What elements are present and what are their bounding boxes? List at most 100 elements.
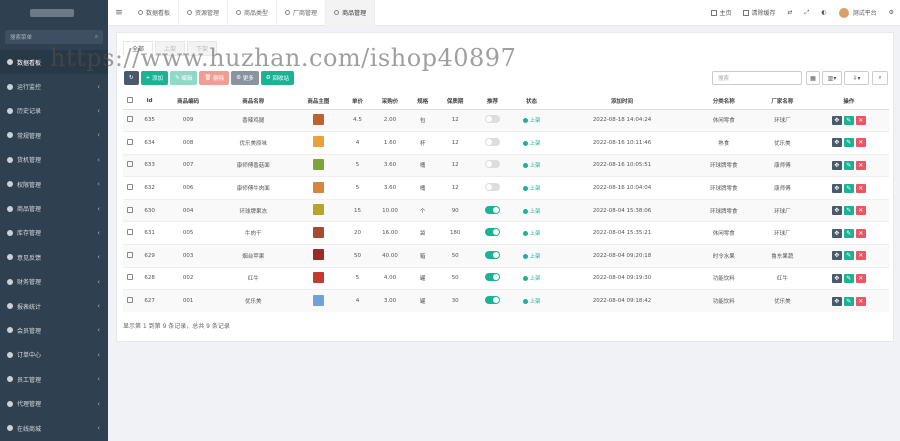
- column-header[interactable]: 保质期: [435, 93, 475, 110]
- recommend-toggle[interactable]: [484, 160, 500, 169]
- row-checkbox[interactable]: [127, 138, 134, 145]
- sidebar-item[interactable]: 常规管理 ‹: [0, 123, 108, 147]
- edit-row-icon[interactable]: ✎: [843, 251, 854, 261]
- sidebar-item[interactable]: 代理管理 ‹: [0, 391, 108, 415]
- edit-row-icon[interactable]: ✎: [843, 160, 854, 170]
- table-row[interactable]: 632 006 康师傅牛肉面 5 3.60 桶 12 上架 2022-08-16 10:04:0…: [123, 176, 889, 200]
- add-button[interactable]: + 添加: [140, 71, 168, 85]
- table-row[interactable]: 634 008 优乐美原味 4 1.60 杯 12 上架 2022-08-16 10:11:46…: [123, 131, 889, 155]
- column-header[interactable]: 状态: [510, 93, 553, 110]
- column-header[interactable]: 分类名称: [691, 93, 757, 110]
- product-thumbnail[interactable]: [312, 158, 324, 170]
- edit-row-icon[interactable]: ✎: [843, 228, 854, 238]
- sidebar-item[interactable]: 会员管理 ‹: [0, 318, 108, 342]
- drag-handle-icon[interactable]: ✥: [831, 206, 842, 216]
- user-menu[interactable]: 测试平台: [833, 7, 883, 18]
- hamburger-icon[interactable]: ≡: [108, 8, 130, 18]
- column-header[interactable]: 操作: [808, 93, 889, 110]
- tab[interactable]: 厂商管理: [277, 0, 327, 26]
- product-thumbnail[interactable]: [312, 113, 324, 125]
- export-button[interactable]: ⇩▾: [844, 71, 869, 85]
- edit-row-icon[interactable]: ✎: [843, 273, 854, 283]
- tab[interactable]: 资源管理: [179, 0, 229, 26]
- table-row[interactable]: 635 009 香辣鸡腿 4.5 2.00 包 12 上架 2022-08-18 14:04:2…: [123, 108, 889, 132]
- delete-row-icon[interactable]: ✕: [855, 228, 866, 238]
- column-header[interactable]: 商品编码: [162, 93, 215, 110]
- table-row[interactable]: 630 004 环球牌果冻 15 10.00 个 90 上架 2022-08-04 15:38:…: [123, 198, 889, 222]
- translate-icon[interactable]: ⇄: [782, 9, 799, 16]
- delete-row-icon[interactable]: ✕: [855, 138, 866, 148]
- sidebar-item[interactable]: 意见反馈 ‹: [0, 245, 108, 269]
- delete-row-icon[interactable]: ✕: [855, 160, 866, 170]
- subtab[interactable]: 全部: [123, 41, 154, 56]
- delete-row-icon[interactable]: ✕: [855, 115, 866, 125]
- column-header[interactable]: 采购价: [370, 93, 410, 110]
- row-checkbox[interactable]: [127, 251, 134, 258]
- column-header[interactable]: 规格: [409, 93, 436, 110]
- sidebar-item[interactable]: 运行监控 ‹: [0, 74, 108, 98]
- more-button[interactable]: ⚙ 更多: [231, 71, 259, 85]
- sidebar-item[interactable]: 员工管理 ‹: [0, 367, 108, 391]
- delete-row-icon[interactable]: ✕: [855, 251, 866, 261]
- row-checkbox[interactable]: [127, 297, 134, 304]
- recommend-toggle[interactable]: [484, 250, 500, 259]
- subtab[interactable]: 下架: [187, 41, 218, 56]
- row-checkbox[interactable]: [127, 161, 134, 168]
- edit-button[interactable]: ✎ 编辑: [169, 71, 198, 85]
- recommend-toggle[interactable]: [484, 137, 500, 146]
- table-row[interactable]: 631 005 牛肉干 20 16.00 袋 180 上架 2022-08-04 15:35:2…: [123, 221, 889, 245]
- sidebar-item[interactable]: 权限管理 ‹: [0, 172, 108, 196]
- table-row[interactable]: 628 002 红牛 5 4.00 罐 50 上架 2022-08-04 09:19:30 功能饮…: [123, 266, 889, 290]
- delete-row-icon[interactable]: ✕: [855, 206, 866, 216]
- recommend-toggle[interactable]: [484, 115, 500, 124]
- product-thumbnail[interactable]: [312, 294, 324, 306]
- clear-cache-link[interactable]: 清除缓存: [737, 8, 781, 17]
- skin-icon[interactable]: ◐: [815, 9, 832, 16]
- column-header[interactable]: 商品名称: [214, 93, 293, 110]
- sidebar-item[interactable]: 货机管理 ‹: [0, 148, 108, 172]
- table-row[interactable]: 633 007 康师傅香菇面 5 3.60 桶 12 上架 2022-08-16 10:05:5…: [123, 153, 889, 177]
- settings-icon[interactable]: ⚙: [883, 9, 900, 16]
- drag-handle-icon[interactable]: ✥: [831, 251, 842, 261]
- row-checkbox[interactable]: [127, 184, 134, 191]
- product-thumbnail[interactable]: [312, 271, 324, 283]
- drag-handle-icon[interactable]: ✥: [831, 138, 842, 148]
- row-checkbox[interactable]: [127, 116, 134, 123]
- edit-row-icon[interactable]: ✎: [843, 206, 854, 216]
- product-thumbnail[interactable]: [312, 204, 324, 216]
- row-checkbox[interactable]: [127, 229, 134, 236]
- sidebar-item[interactable]: 数据看板: [0, 50, 108, 75]
- drag-handle-icon[interactable]: ✥: [831, 273, 842, 283]
- delete-row-icon[interactable]: ✕: [855, 296, 866, 306]
- columns-button[interactable]: ▥▾: [822, 71, 842, 85]
- home-link[interactable]: 主页: [705, 8, 737, 17]
- recommend-toggle[interactable]: [484, 273, 500, 282]
- product-thumbnail[interactable]: [312, 136, 324, 148]
- column-header[interactable]: 商品主图: [292, 93, 345, 110]
- edit-row-icon[interactable]: ✎: [843, 296, 854, 306]
- row-checkbox[interactable]: [127, 274, 134, 281]
- column-header[interactable]: 推荐: [474, 93, 511, 110]
- drag-handle-icon[interactable]: ✥: [831, 296, 842, 306]
- sidebar-search[interactable]: 搜索菜单 ⌕: [5, 30, 103, 44]
- fullscreen-icon[interactable]: ⤢: [799, 9, 816, 17]
- sidebar-item[interactable]: 订单中心 ‹: [0, 343, 108, 367]
- sidebar-item[interactable]: 财务管理 ‹: [0, 270, 108, 294]
- sidebar-item[interactable]: 历史记录 ‹: [0, 99, 108, 123]
- drag-handle-icon[interactable]: ✥: [831, 183, 842, 193]
- recommend-toggle[interactable]: [484, 228, 500, 237]
- grid-view-button[interactable]: ▦: [806, 71, 820, 85]
- recommend-toggle[interactable]: [484, 296, 500, 305]
- table-row[interactable]: 627 001 优乐美 4 3.00 罐 30 上架 2022-08-04 09:18:42 功能…: [123, 289, 889, 313]
- product-thumbnail[interactable]: [312, 249, 324, 261]
- search-input[interactable]: 搜索: [712, 71, 802, 85]
- column-header[interactable]: 厂家名称: [756, 93, 809, 110]
- sidebar-item[interactable]: 报表统计 ‹: [0, 294, 108, 318]
- edit-row-icon[interactable]: ✎: [843, 138, 854, 148]
- refresh-button[interactable]: ↻: [124, 71, 139, 85]
- tab[interactable]: 商品类型: [228, 0, 278, 26]
- delete-row-icon[interactable]: ✕: [855, 273, 866, 283]
- drag-handle-icon[interactable]: ✥: [831, 115, 842, 125]
- row-checkbox[interactable]: [127, 206, 134, 213]
- column-header[interactable]: 添加时间: [552, 93, 692, 110]
